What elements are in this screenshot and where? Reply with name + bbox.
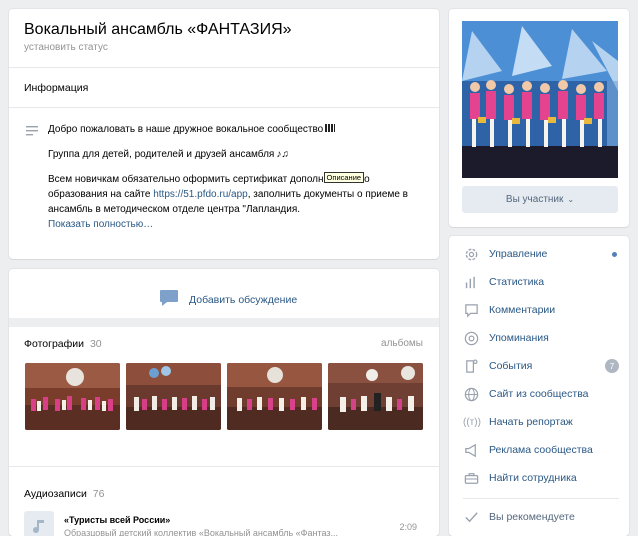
recommend-button[interactable]: Вы рекомендуете	[463, 503, 619, 531]
briefcase-icon	[463, 468, 489, 488]
menu-item-mentions[interactable]: Упоминания	[463, 324, 619, 352]
member-button-label: Вы участник	[505, 194, 564, 205]
photo-thumbnail-3[interactable]	[227, 363, 322, 430]
description-tooltip: Описание	[323, 172, 365, 183]
menu-item-events[interactable]: События 7	[463, 352, 619, 380]
menu-label-site: Сайт из сообщества	[489, 388, 589, 400]
track-title[interactable]: «Туристы всей России»	[64, 515, 170, 525]
group-header-card: Вокальный ансамбль «ФАНТАЗИЯ» установить…	[9, 9, 439, 259]
menu-label-statistics: Статистика	[489, 276, 545, 288]
description-line-1: Добро пожаловать в наше дружное вокально…	[48, 124, 324, 135]
show-more-link[interactable]: Показать полностью…	[48, 217, 428, 232]
add-discussion-label: Добавить обсуждение	[189, 293, 298, 306]
photos-count: 30	[89, 338, 102, 350]
menu-label-comments: Комментарии	[489, 304, 556, 316]
description-line-4a: образования на сайте	[48, 189, 154, 200]
member-button[interactable]: Вы участник ⌄	[462, 186, 618, 213]
audio-count: 76	[92, 488, 105, 500]
pfdo-link[interactable]: https://51.pfdo.ru/app	[153, 189, 248, 200]
description-line-3: Всем новичкам обязательно оформить серти…	[48, 174, 324, 185]
info-title: Информация	[24, 82, 89, 94]
comment-icon	[463, 300, 489, 320]
events-badge: 7	[605, 359, 619, 373]
albums-link[interactable]: альбомы	[381, 338, 423, 349]
menu-item-site[interactable]: Сайт из сообщества	[463, 380, 619, 408]
photos-title: Фотографии	[24, 338, 85, 350]
audio-title: Аудиозаписи	[24, 488, 87, 500]
audio-track[interactable]: «Туристы всей России» Образцовый детский…	[24, 511, 429, 536]
menu-label-events: События	[489, 360, 533, 372]
at-icon	[463, 328, 489, 348]
broadcast-icon: ((т))	[463, 416, 481, 428]
megaphone-icon	[463, 440, 489, 460]
description-text: Добро пожаловать в наше дружное вокально…	[48, 122, 428, 232]
discussion-icon	[159, 289, 179, 310]
chevron-down-icon: ⌄	[567, 195, 575, 204]
photo-thumbnail-1[interactable]	[25, 363, 120, 430]
photo-thumbnail-4[interactable]	[328, 363, 423, 430]
description-icon	[26, 125, 38, 139]
globe-icon	[463, 384, 489, 404]
admin-menu-card: Управление Статистика Комментарии Упомин…	[449, 236, 629, 536]
menu-label-ads: Реклама сообщества	[489, 444, 593, 456]
description-line-5: ансамбль в методическом отделе центра "Л…	[48, 204, 301, 215]
menu-item-ads[interactable]: Реклама сообщества	[463, 436, 619, 464]
audio-header[interactable]: Аудиозаписи 76	[24, 488, 104, 500]
add-discussion-button[interactable]: Добавить обсуждение	[159, 289, 297, 310]
group-cover-photo[interactable]	[462, 21, 618, 178]
track-duration: 2:09	[399, 522, 417, 532]
events-icon	[463, 356, 489, 376]
menu-label-manage: Управление	[489, 248, 548, 260]
photo-thumbnail-2[interactable]	[126, 363, 221, 430]
menu-item-broadcast[interactable]: ((т)) Начать репортаж	[463, 408, 619, 436]
menu-label-broadcast: Начать репортаж	[489, 416, 573, 428]
checkmark-icon	[463, 507, 489, 527]
gear-icon	[463, 244, 489, 264]
track-artist[interactable]: Образцовый детский коллектив «Вокальный …	[64, 528, 384, 536]
emoji-notes: ♪♫	[276, 149, 289, 160]
menu-label-find-staff: Найти сотрудника	[489, 472, 577, 484]
recommend-label: Вы рекомендуете	[489, 511, 575, 523]
menu-label-mentions: Упоминания	[489, 332, 549, 344]
group-name: Вокальный ансамбль «ФАНТАЗИЯ»	[24, 21, 292, 38]
photos-header[interactable]: Фотографии 30	[24, 338, 102, 350]
menu-item-statistics[interactable]: Статистика	[463, 268, 619, 296]
menu-item-find-staff[interactable]: Найти сотрудника	[463, 464, 619, 492]
description-line-2: Группа для детей, родителей и друзей анс…	[48, 149, 275, 160]
description-line-4b: , заполнить документы о приеме в	[247, 189, 408, 200]
description-line-3-end: о	[364, 174, 370, 185]
group-cover-card: Вы участник ⌄	[449, 9, 629, 227]
statistics-icon	[463, 272, 489, 292]
menu-item-comments[interactable]: Комментарии	[463, 296, 619, 324]
set-status-link[interactable]: установить статус	[24, 42, 108, 53]
unread-dot	[612, 251, 617, 257]
audio-cover-icon[interactable]	[24, 511, 54, 536]
menu-item-manage[interactable]: Управление	[463, 240, 619, 268]
emoji-boxes	[325, 124, 336, 132]
